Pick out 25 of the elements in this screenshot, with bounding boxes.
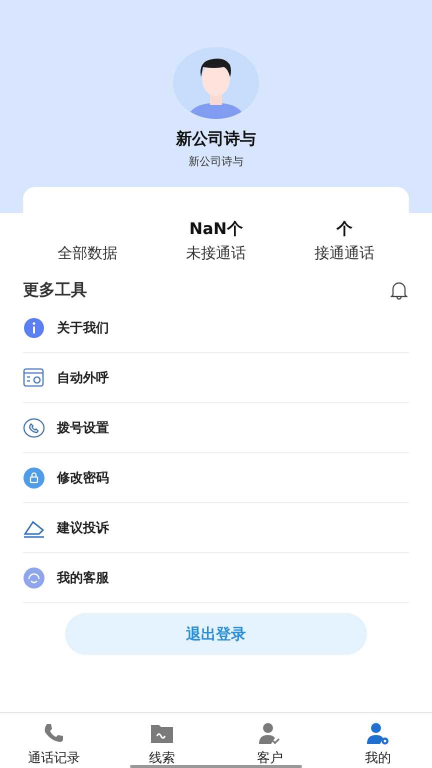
stat-label: 未接通话 [186, 244, 246, 263]
stat-label: 接通通话 [314, 244, 375, 263]
stat-label: 全部数据 [57, 244, 118, 263]
menu-item[interactable]: 建议投诉 [23, 503, 409, 553]
phone-icon [23, 416, 45, 438]
tab[interactable]: 线索 [108, 713, 216, 768]
menu-item[interactable]: 关于我们 [23, 303, 409, 353]
tab[interactable]: 我的 [324, 713, 432, 768]
stat-value: NaN个 [189, 219, 243, 240]
folder-icon [150, 722, 174, 746]
menu-item[interactable]: 我的客服 [23, 553, 409, 603]
section-title: 更多工具 [23, 280, 87, 300]
lock-icon [23, 466, 45, 488]
user-check-icon [258, 722, 282, 746]
menu-item[interactable]: 修改密码 [23, 453, 409, 503]
stat-value: 个 [336, 219, 353, 240]
menu-item[interactable]: 自动外呼 [23, 353, 409, 403]
user-name: 新公司诗与 [176, 129, 256, 150]
menu-item[interactable]: 拨号设置 [23, 403, 409, 453]
company-name: 新公司诗与 [188, 154, 244, 169]
bell-icon[interactable] [389, 280, 409, 300]
user-gear-icon [366, 722, 390, 746]
info-icon [23, 316, 45, 338]
tab[interactable]: 客户 [216, 713, 324, 768]
tab[interactable]: 通话记录 [0, 713, 108, 768]
